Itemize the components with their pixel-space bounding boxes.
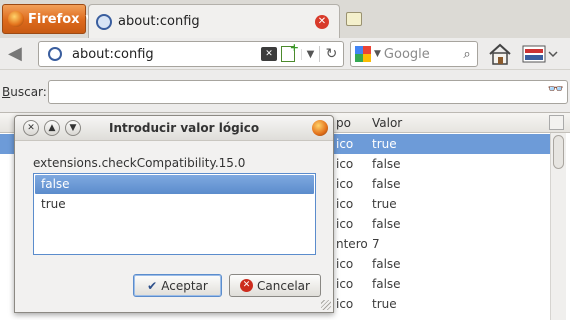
- column-header-type[interactable]: po: [336, 116, 351, 130]
- filter-label: Buscar:: [2, 85, 47, 99]
- firefox-logo-icon: [8, 11, 24, 27]
- url-text[interactable]: about:config: [72, 47, 261, 62]
- dialog-title: Introducir valor lógico: [109, 121, 260, 135]
- type-cell: ico: [336, 277, 354, 291]
- history-dropdown-icon[interactable]: ▼: [301, 48, 319, 60]
- column-picker-icon[interactable]: [549, 115, 564, 130]
- search-input[interactable]: Google: [384, 47, 457, 62]
- filter-input[interactable]: [48, 80, 568, 104]
- close-tab-icon[interactable]: ✕: [315, 14, 329, 29]
- value-cell: false: [372, 217, 401, 231]
- url-bar[interactable]: about:config ✕ ▼ ↻: [38, 41, 344, 67]
- magnifier-icon[interactable]: ⌕: [457, 47, 477, 62]
- navigation-toolbar: ◀ about:config ✕ ▼ ↻ ▼ Google ⌕: [0, 38, 570, 70]
- value-cell: true: [372, 297, 397, 311]
- scrollbar-thumb[interactable]: [553, 135, 564, 169]
- cancel-button[interactable]: ✕ Cancelar: [229, 274, 321, 297]
- boolean-value-dialog: ✕ ▲ ▼ Introducir valor lógico extensions…: [14, 115, 334, 313]
- type-cell: ntero: [336, 237, 368, 251]
- close-icon[interactable]: ✕: [23, 120, 39, 136]
- type-cell: ico: [336, 177, 354, 191]
- maximize-icon[interactable]: ▼: [65, 120, 81, 136]
- filter-row: Buscar: 👓: [0, 78, 570, 106]
- resize-grip[interactable]: [321, 300, 331, 310]
- search-engine-icon[interactable]: [355, 46, 371, 62]
- value-cell: true: [372, 197, 397, 211]
- back-arrow-icon[interactable]: ◀: [8, 43, 30, 65]
- home-icon[interactable]: [488, 43, 512, 65]
- tab-strip: Firefox ▼ about:config ✕: [0, 0, 570, 38]
- tab-title: about:config: [118, 14, 200, 29]
- dialog-titlebar[interactable]: ✕ ▲ ▼ Introducir valor lógico: [15, 116, 333, 141]
- type-cell: ico: [336, 137, 354, 151]
- type-cell: ico: [336, 297, 354, 311]
- value-cell: false: [372, 257, 401, 271]
- checkmark-icon: ✔: [147, 278, 158, 293]
- vertical-scrollbar[interactable]: [550, 133, 566, 320]
- type-cell: ico: [336, 157, 354, 171]
- type-cell: ico: [336, 197, 354, 211]
- globe-icon: [96, 13, 112, 30]
- type-cell: ico: [336, 217, 354, 231]
- type-cell: ico: [336, 257, 354, 271]
- tab-about-config[interactable]: about:config ✕: [88, 4, 340, 38]
- value-cell: false: [372, 177, 401, 191]
- new-tab-icon[interactable]: [346, 12, 362, 26]
- clear-url-icon[interactable]: ✕: [261, 47, 277, 61]
- choice-false[interactable]: false: [35, 175, 314, 194]
- search-bar[interactable]: ▼ Google ⌕: [350, 41, 478, 67]
- minimize-icon[interactable]: ▲: [44, 120, 60, 136]
- preference-name: extensions.checkCompatibility.15.0: [33, 156, 246, 170]
- chevron-down-icon[interactable]: ▼: [374, 49, 381, 59]
- toolbar-extension-icon[interactable]: [522, 45, 558, 63]
- bookmark-add-icon[interactable]: [281, 41, 299, 62]
- firefox-logo-icon: [312, 120, 328, 136]
- value-cell: false: [372, 277, 401, 291]
- firefox-menu-label: Firefox: [28, 11, 80, 27]
- accept-button[interactable]: ✔ Aceptar: [133, 274, 222, 297]
- value-cell: 7: [372, 237, 380, 251]
- binoculars-icon: 👓: [547, 82, 564, 97]
- cancel-button-label: Cancelar: [257, 278, 310, 293]
- column-header-value[interactable]: Valor: [372, 116, 402, 130]
- cancel-icon: ✕: [240, 279, 254, 292]
- reload-icon[interactable]: ↻: [319, 46, 343, 62]
- site-identity-icon[interactable]: [48, 47, 62, 61]
- value-choice-list[interactable]: false true: [33, 173, 316, 255]
- firefox-menu-button[interactable]: Firefox ▼: [2, 4, 92, 34]
- choice-true[interactable]: true: [35, 195, 314, 214]
- accept-button-label: Aceptar: [161, 278, 208, 293]
- value-cell: false: [372, 157, 401, 171]
- value-cell: true: [372, 137, 397, 151]
